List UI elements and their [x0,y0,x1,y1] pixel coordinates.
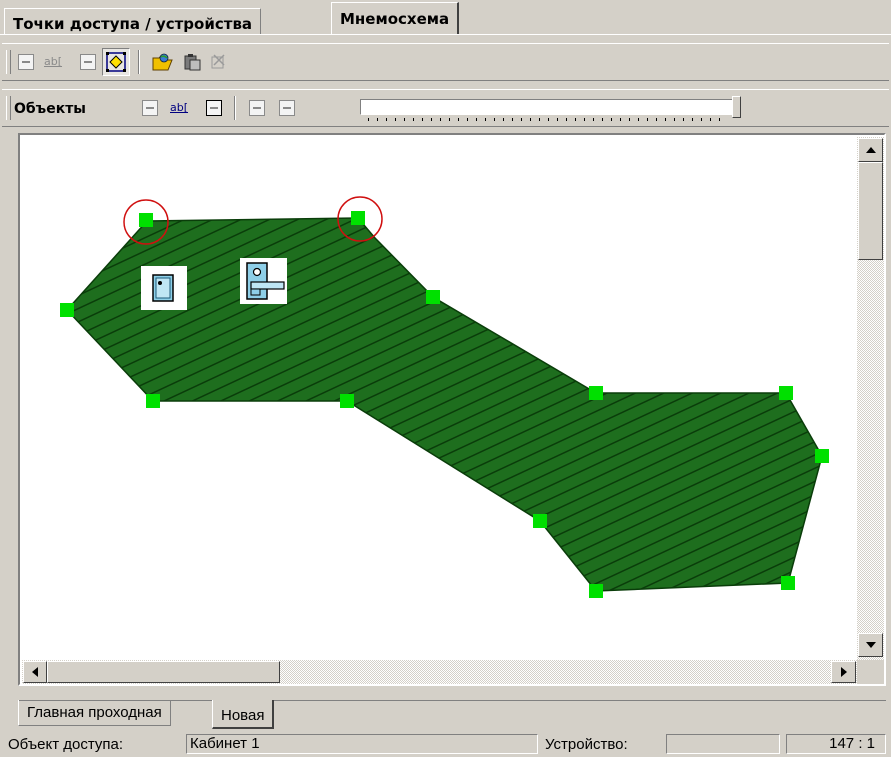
toolbar-separator [234,96,236,120]
scheme-toolbar: ab[ [2,43,889,81]
objects-toolbar: Объекты ab[ [2,89,889,127]
scroll-up-button[interactable] [858,138,883,162]
mnemoscheme-canvas[interactable] [22,137,857,660]
zoom-slider[interactable] [360,96,741,118]
arrow-right-icon [840,667,847,677]
vertex-handle[interactable] [815,449,829,463]
arrow-down-icon [865,642,876,648]
vertex-handle[interactable] [781,576,795,590]
object-label: Объект доступа: [8,736,124,753]
zone-drawing[interactable] [22,137,857,660]
device-icon-card[interactable] [141,266,187,310]
rename-scheme-button[interactable]: ab[ [40,50,70,74]
clear-image-button[interactable] [206,50,230,74]
clipboard-icon [184,54,201,71]
vertical-scroll-thumb[interactable] [858,162,883,260]
vertex-handle[interactable] [139,213,153,227]
open-image-button[interactable] [148,50,178,74]
vertex-handle[interactable] [60,303,74,317]
vertex-handle[interactable] [426,290,440,304]
rename-text-icon: ab[ [44,55,63,68]
vertex-handle[interactable] [779,386,793,400]
tab-mnemoscheme[interactable]: Мнемосхема [331,2,460,35]
clear-image-icon [211,54,225,69]
add-object-icon [142,100,158,116]
add-scheme-button[interactable] [14,50,38,74]
delete-object-button[interactable] [202,96,226,120]
rename-object-button[interactable]: ab[ [166,96,196,120]
arrow-up-icon [865,147,876,153]
paste-image-button[interactable] [180,50,204,74]
toolbar-grip[interactable] [6,50,11,74]
tab-divider [0,34,891,35]
tab-access-points[interactable]: Точки доступа / устройства [4,8,262,34]
edit-zone-button[interactable] [102,48,130,76]
arrow-left-icon [32,667,38,677]
scroll-down-button[interactable] [858,633,883,657]
slider-ticks [368,118,726,121]
vertex-handle[interactable] [340,394,354,408]
add-page-icon [18,54,34,70]
bring-forward-button[interactable] [245,96,269,120]
sheet-tab-main[interactable]: Главная проходная [18,700,171,726]
delete-scheme-button[interactable] [76,50,100,74]
top-tab-bar: Точки доступа / устройства Мнемосхема [0,0,891,35]
toolbar-separator [138,50,140,74]
bring-forward-icon [249,100,265,116]
send-backward-icon [279,100,295,116]
polygon-edit-icon [106,52,126,72]
scroll-left-button[interactable] [23,661,47,683]
vertex-handle[interactable] [533,514,547,528]
send-backward-button[interactable] [275,96,299,120]
add-object-button[interactable] [138,96,162,120]
toolbar-grip[interactable] [6,96,11,120]
delete-page-icon [80,54,96,70]
vertical-scrollbar[interactable] [857,137,884,660]
zoom-slider-thumb[interactable] [732,96,741,118]
horizontal-scroll-thumb[interactable] [47,661,280,683]
device-label: Устройство: [545,736,628,753]
object-field: Кабинет 1 [186,734,538,754]
door-lock-icon[interactable] [240,258,287,304]
objects-label: Объекты [14,101,86,117]
vertex-handle[interactable] [146,394,160,408]
scroll-right-button[interactable] [831,661,856,683]
horizontal-scrollbar[interactable] [22,660,857,684]
vertex-handle[interactable] [589,386,603,400]
device-field [666,734,780,754]
coordinates-field: 147 : 1 [786,734,886,754]
vertex-handle[interactable] [589,584,603,598]
scrollbar-corner [857,660,884,684]
sheet-tab-new[interactable]: Новая [212,700,275,729]
delete-object-icon [206,100,222,116]
rename-object-icon: ab[ [170,101,189,114]
vertex-handle[interactable] [351,211,365,225]
folder-open-icon [152,53,173,71]
